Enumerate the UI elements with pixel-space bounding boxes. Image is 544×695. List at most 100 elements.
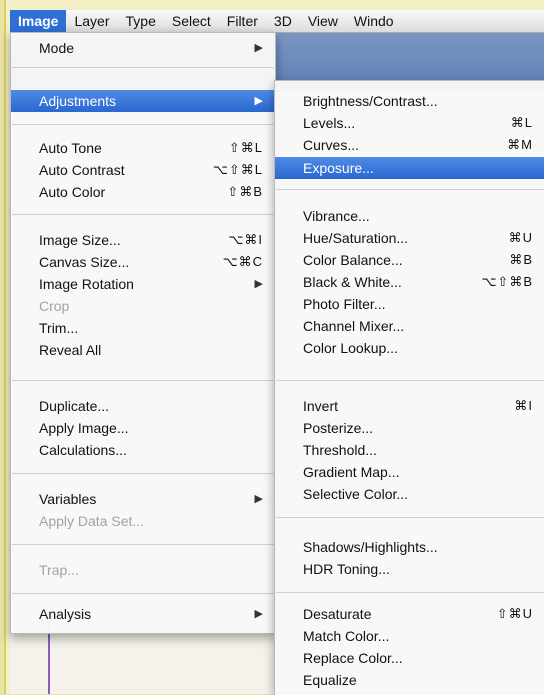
menu-item-trap: Trap... (11, 559, 275, 581)
menu-item-label: Photo Filter... (303, 296, 386, 312)
submenu-arrow-icon: ▶ (254, 608, 263, 620)
menu-item-shortcut: ⌥⇧⌘B (481, 274, 533, 289)
menu-item-label: Variables (39, 491, 97, 507)
menu-item-brightness-contrast[interactable]: Brightness/Contrast... (275, 90, 544, 112)
menu-item-replace-color[interactable]: Replace Color... (275, 647, 544, 669)
menu-item-color-lookup[interactable]: Color Lookup... (275, 337, 544, 359)
menu-item-shortcut: ⇧⌘L (228, 140, 263, 155)
menu-item-shortcut: ⌘U (508, 230, 533, 245)
menu-item-equalize[interactable]: Equalize (275, 669, 544, 691)
menu-item-label: Analysis (39, 606, 92, 622)
menu-item-label: Image Rotation (39, 276, 134, 292)
menu-item-label: HDR Toning... (303, 561, 390, 577)
menu-item-trim[interactable]: Trim... (11, 317, 275, 339)
menu-item-label: Curves... (303, 137, 360, 153)
menu-item-label: Color Balance... (303, 252, 403, 268)
menu-item-label: Match Color... (303, 628, 390, 644)
menu-item-label: Levels... (303, 115, 356, 131)
menu-item-posterize[interactable]: Posterize... (275, 417, 544, 439)
menu-item-label: Selective Color... (303, 486, 409, 502)
menu-item-label: Posterize... (303, 420, 374, 436)
menu-item-label: Replace Color... (303, 650, 403, 666)
menu-item-label: Brightness/Contrast... (303, 93, 438, 109)
menu-item-label: Canvas Size... (39, 254, 130, 270)
menu-item-photo-filter[interactable]: Photo Filter... (275, 293, 544, 315)
menu-item-desaturate[interactable]: Desaturate ⇧⌘U (275, 603, 544, 625)
menu-item-label: Adjustments (39, 93, 117, 109)
menu-select[interactable]: Select (164, 10, 219, 32)
menu-item-shortcut: ⌘M (507, 137, 533, 152)
menu-item-label: Duplicate... (39, 398, 110, 414)
menu-item-auto-contrast[interactable]: Auto Contrast ⌥⇧⌘L (11, 159, 275, 181)
menu-item-exposure[interactable]: Exposure... (275, 157, 544, 179)
adjustments-submenu: Brightness/Contrast... Levels... ⌘L Curv… (274, 80, 544, 695)
menu-item-threshold[interactable]: Threshold... (275, 439, 544, 461)
menu-item-shortcut: ⌥⌘I (228, 232, 263, 247)
menu-item-vibrance[interactable]: Vibrance... (275, 205, 544, 227)
menu-item-label: Shadows/Highlights... (303, 539, 438, 555)
menu-item-curves[interactable]: Curves... ⌘M (275, 134, 544, 156)
menu-item-shortcut: ⌘B (509, 252, 533, 267)
menu-item-shortcut: ⌘L (510, 115, 533, 130)
menu-type[interactable]: Type (118, 10, 164, 32)
menu-item-hdr-toning[interactable]: HDR Toning... (275, 558, 544, 580)
menu-image[interactable]: Image (10, 10, 67, 32)
menu-item-match-color[interactable]: Match Color... (275, 625, 544, 647)
menu-item-shortcut: ⇧⌘U (496, 606, 533, 621)
menu-item-label: Threshold... (303, 442, 377, 458)
submenu-arrow-icon: ▶ (254, 278, 263, 290)
menu-item-label: Vibrance... (303, 208, 370, 224)
menu-item-label: Auto Tone (39, 140, 102, 156)
menu-item-shortcut: ⌥⇧⌘L (212, 162, 263, 177)
menu-item-auto-color[interactable]: Auto Color ⇧⌘B (11, 181, 275, 203)
menu-item-shortcut: ⇧⌘B (227, 184, 263, 199)
menu-item-color-balance[interactable]: Color Balance... ⌘B (275, 249, 544, 271)
menu-item-invert[interactable]: Invert ⌘I (275, 395, 544, 417)
menu-view[interactable]: View (300, 10, 346, 32)
menu-item-variables[interactable]: Variables ▶ (11, 488, 275, 510)
menu-item-label: Equalize (303, 672, 357, 688)
menu-item-label: Auto Color (39, 184, 106, 200)
menu-item-label: Apply Image... (39, 420, 129, 436)
menu-item-image-rotation[interactable]: Image Rotation ▶ (11, 273, 275, 295)
menu-item-apply-data-set: Apply Data Set... (11, 510, 275, 532)
menu-item-analysis[interactable]: Analysis ▶ (11, 603, 275, 625)
menu-item-shadows-highlights[interactable]: Shadows/Highlights... (275, 536, 544, 558)
menu-item-label: Image Size... (39, 232, 121, 248)
menu-item-levels[interactable]: Levels... ⌘L (275, 112, 544, 134)
menu-item-black-white[interactable]: Black & White... ⌥⇧⌘B (275, 271, 544, 293)
submenu-arrow-icon: ▶ (254, 493, 263, 505)
menu-item-reveal-all[interactable]: Reveal All (11, 339, 275, 361)
menu-item-shortcut: ⌘I (514, 398, 533, 413)
menu-item-label: Black & White... (303, 274, 402, 290)
menu-item-shortcut: ⌥⌘C (222, 254, 263, 269)
menu-item-channel-mixer[interactable]: Channel Mixer... (275, 315, 544, 337)
menu-item-calculations[interactable]: Calculations... (11, 439, 275, 461)
menu-item-label: Gradient Map... (303, 464, 400, 480)
menu-item-selective-color[interactable]: Selective Color... (275, 483, 544, 505)
menu-bar: Image Layer Type Select Filter 3D View W… (10, 10, 544, 33)
image-menu: Mode ▶ Adjustments ▶ Auto Tone ⇧⌘L Auto … (10, 32, 276, 634)
menu-item-label: Crop (39, 298, 70, 314)
menu-item-mode[interactable]: Mode ▶ (11, 37, 275, 59)
menu-item-apply-image[interactable]: Apply Image... (11, 417, 275, 439)
menu-item-label: Color Lookup... (303, 340, 398, 356)
menu-item-hue-saturation[interactable]: Hue/Saturation... ⌘U (275, 227, 544, 249)
menu-item-label: Reveal All (39, 342, 102, 358)
menu-item-adjustments[interactable]: Adjustments ▶ (11, 90, 275, 112)
menu-item-label: Mode (39, 40, 75, 56)
menu-layer[interactable]: Layer (66, 10, 117, 32)
menu-item-duplicate[interactable]: Duplicate... (11, 395, 275, 417)
menu-item-auto-tone[interactable]: Auto Tone ⇧⌘L (11, 137, 275, 159)
menu-item-label: Calculations... (39, 442, 127, 458)
menu-window[interactable]: Windo (346, 10, 402, 32)
menu-item-crop: Crop (11, 295, 275, 317)
menu-item-gradient-map[interactable]: Gradient Map... (275, 461, 544, 483)
menu-filter[interactable]: Filter (219, 10, 266, 32)
menu-3d[interactable]: 3D (266, 10, 300, 32)
menu-item-image-size[interactable]: Image Size... ⌥⌘I (11, 229, 275, 251)
submenu-arrow-icon: ▶ (254, 95, 263, 107)
menu-item-canvas-size[interactable]: Canvas Size... ⌥⌘C (11, 251, 275, 273)
menu-item-label: Trap... (39, 562, 79, 578)
menu-item-label: Invert (303, 398, 339, 414)
